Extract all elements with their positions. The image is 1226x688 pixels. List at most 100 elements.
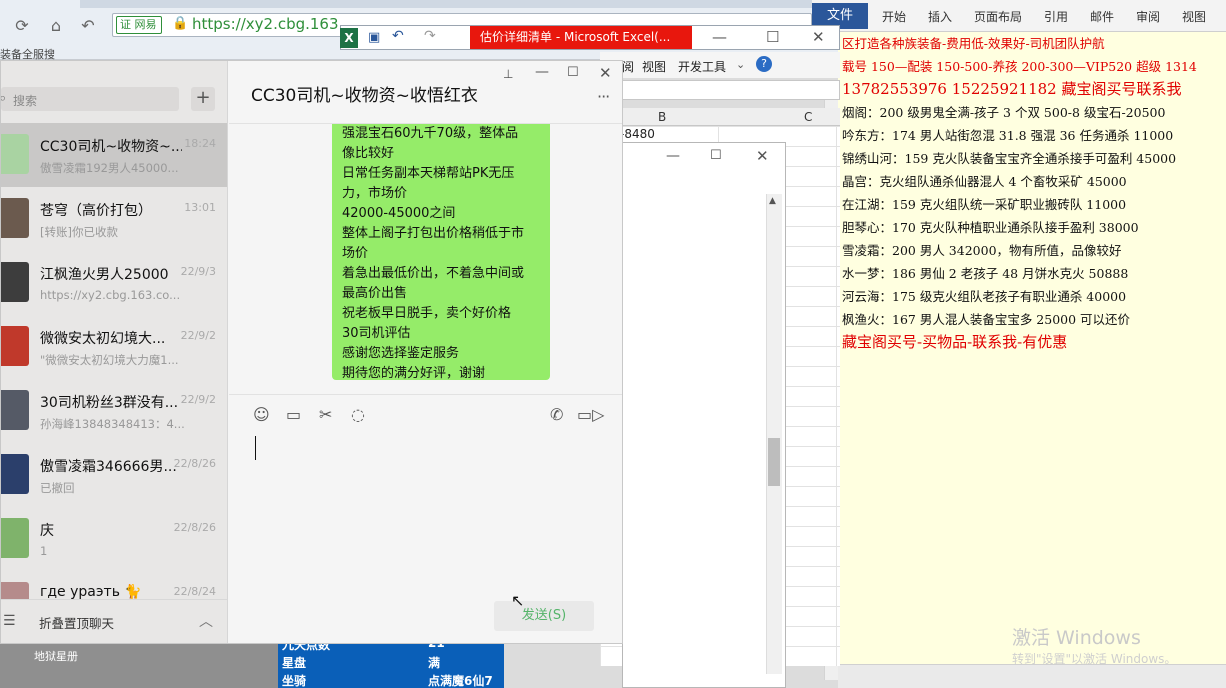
message-line: 整体上阁子打包出价格稍低于市 xyxy=(342,226,525,241)
back-icon[interactable]: ↶ xyxy=(78,16,98,36)
pin-icon[interactable]: ⊥ xyxy=(503,67,513,81)
more-options-icon[interactable]: ··· xyxy=(597,87,610,106)
conversation-preview: [转账]你已收款 xyxy=(40,225,118,239)
conversation-item[interactable]: 苍穹（高价打包） 13:01 [转账]你已收款 xyxy=(1,187,227,251)
excel-cell-value[interactable]: -8480 xyxy=(620,127,655,141)
minimize-icon[interactable]: — xyxy=(535,64,549,80)
avatar[interactable] xyxy=(1,518,29,558)
avatar[interactable] xyxy=(1,390,29,430)
excel-minimize-icon[interactable]: — xyxy=(712,28,727,46)
wechat-window: ⌕ 搜索 + CC30司机~收物资~...18:24 傲雪凌霜192男人45000… xyxy=(0,60,623,644)
scroll-up-icon[interactable]: ▲ xyxy=(769,196,776,206)
avatar[interactable] xyxy=(1,326,29,366)
excel-column-c[interactable]: C xyxy=(804,110,812,124)
url-text[interactable]: https://xy2.cbg.163.com/equip?s=1748&eid… xyxy=(192,15,342,33)
message-area[interactable]: 强混宝石60九千70级，整体品 像比较好 日常任务副本天梯帮站PK无压 力，市场价 42… xyxy=(229,124,622,394)
maximize-icon[interactable]: ☐ xyxy=(567,65,579,80)
word-document-page[interactable]: 区打造各种族装备-费用低-效果好-司机团队护航 载号 150—配装 150-500… xyxy=(838,32,1226,664)
document-line: 雪凌霜：200 男人 342000，物有所值，品像较好 xyxy=(842,243,1122,258)
menu-icon: ☰ xyxy=(3,613,16,629)
chevron-up-icon[interactable]: ︿ xyxy=(199,611,213,631)
chat-bubble-icon[interactable]: ◌ xyxy=(351,405,365,424)
message-line: 祝老板早日脱手，卖个好价格 xyxy=(342,306,512,321)
lock-icon: 🔒 xyxy=(172,16,189,31)
excel-ribbon-chevron-icon[interactable]: ⌄ xyxy=(736,58,745,71)
avatar[interactable] xyxy=(1,262,29,302)
conversation-preview: 1 xyxy=(40,544,48,558)
word-tab-layout[interactable]: 页面布局 xyxy=(974,8,1022,25)
word-tab-home[interactable]: 开始 xyxy=(882,8,906,25)
excel-column-b[interactable]: B xyxy=(658,110,666,124)
video-icon[interactable]: ▭▷ xyxy=(577,405,604,424)
conversation-item[interactable]: CC30司机~收物资~... 18:24 傲雪凌霜192男人45000... xyxy=(1,123,227,187)
conversation-item[interactable]: 傲雪凌霜346666男... 22/8/26 已撤回 xyxy=(1,443,227,507)
emoji-icon[interactable]: ☺ xyxy=(253,405,270,424)
activate-windows-title: 激活 Windows xyxy=(1012,627,1141,649)
message-bubble[interactable]: 强混宝石60九千70级，整体品 像比较好 日常任务副本天梯帮站PK无压 力，市场价 42… xyxy=(332,124,550,380)
excel-menu-developer[interactable]: 开发工具 xyxy=(678,58,726,75)
send-button[interactable]: 发送(S) xyxy=(494,601,594,631)
home-icon[interactable]: ⌂ xyxy=(46,16,66,36)
dialog-maximize-icon[interactable]: ☐ xyxy=(710,148,722,163)
dialog-scrollbar[interactable] xyxy=(766,194,782,674)
document-line: 胆琴心：170 克火队种植职业通杀队接手盈利 38000 xyxy=(842,220,1139,235)
message-line: 像比较好 xyxy=(342,146,395,161)
conversation-time: 22/9/2 xyxy=(180,393,216,406)
message-line: 42000-45000之间 xyxy=(342,206,456,221)
excel-menu-review[interactable]: 阅 xyxy=(622,58,634,75)
dialog-close-icon[interactable]: ✕ xyxy=(756,147,769,165)
fold-pinned-label[interactable]: 折叠置顶聊天 xyxy=(39,613,114,632)
excel-formula-bar[interactable] xyxy=(600,80,840,100)
word-tab-review[interactable]: 审阅 xyxy=(1136,8,1160,25)
excel-menu-view[interactable]: 视图 xyxy=(642,58,666,75)
conversation-item[interactable]: 庆 22/8/26 1 xyxy=(1,507,227,571)
avatar[interactable] xyxy=(1,198,29,238)
conversation-name: где ураэть 🐈 xyxy=(40,584,142,600)
conversation-time: 22/9/2 xyxy=(180,329,216,342)
conversation-item[interactable]: 江枫渔火男人25000 22/9/3 https://xy2.cbg.163.co.… xyxy=(1,251,227,315)
dialog-minimize-icon[interactable]: — xyxy=(666,148,680,164)
conversation-time: 22/8/26 xyxy=(173,457,216,470)
excel-maximize-icon[interactable]: ☐ xyxy=(766,28,779,46)
help-icon[interactable]: ? xyxy=(756,56,772,72)
conversation-preview: "微微安太初幻境大力魔1... xyxy=(40,353,179,367)
browser-tab-strip[interactable] xyxy=(80,0,840,8)
excel-window-title: 估价详细清单 - Microsoft Excel(... xyxy=(470,26,692,49)
save-icon[interactable]: ▣ xyxy=(368,30,380,45)
dialog-scroll-thumb[interactable] xyxy=(768,438,780,486)
add-chat-button[interactable]: + xyxy=(191,87,215,111)
word-status-bar xyxy=(838,664,1226,688)
conversation-time: 22/8/26 xyxy=(173,521,216,534)
folder-icon[interactable]: ▭ xyxy=(286,405,301,424)
scissors-icon[interactable]: ✂ xyxy=(319,405,332,424)
document-line: 晶宫：克火组队通杀仙器混人 4 个畜牧采矿 45000 xyxy=(842,174,1127,189)
table-row-label: 坐骑 xyxy=(282,674,307,688)
message-line: 日常任务副本天梯帮站PK无压 xyxy=(342,166,515,181)
message-line: 期待您的满分好评，谢谢 xyxy=(342,366,486,380)
message-line: 场价 xyxy=(342,246,369,261)
redo-icon[interactable]: ↷ xyxy=(424,28,436,44)
conversation-name: CC30司机~收物资~... xyxy=(40,139,182,155)
undo-icon[interactable]: ↶ xyxy=(392,28,404,44)
avatar[interactable] xyxy=(1,454,29,494)
word-tab-insert[interactable]: 插入 xyxy=(928,8,952,25)
conversation-time: 22/9/3 xyxy=(180,265,216,278)
conversation-item[interactable]: 微微安太初幻境大... 22/9/2 "微微安太初幻境大力魔1... xyxy=(1,315,227,379)
refresh-icon[interactable]: ⟳ xyxy=(12,16,32,36)
inner-dialog-window xyxy=(622,142,786,688)
fold-pinned-bar[interactable] xyxy=(1,599,227,643)
conversation-item[interactable]: 30司机粉丝3群没有... 22/9/2 孙海峰13848348413：4... xyxy=(1,379,227,443)
word-tab-mailings[interactable]: 邮件 xyxy=(1090,8,1114,25)
phone-icon[interactable]: ✆ xyxy=(550,405,563,424)
document-line: 枫渔火：167 男人混人装备宝宝多 25000 可以还价 xyxy=(842,312,1131,327)
close-icon[interactable]: ✕ xyxy=(599,64,612,82)
document-line: 13782553976 15225921182 藏宝阁买号联系我 xyxy=(842,80,1182,98)
excel-close-icon[interactable]: ✕ xyxy=(812,28,825,46)
avatar[interactable] xyxy=(1,134,29,174)
cert-badge: 证 网易 xyxy=(116,16,162,34)
document-line: 锦绣山河：159 克火队装备宝宝齐全通杀接手可盈利 45000 xyxy=(842,151,1177,166)
activate-windows-subtitle: 转到"设置"以激活 Windows。 xyxy=(1012,652,1177,666)
document-line: 水一梦：186 男仙 2 老孩子 48 月饼水克火 50888 xyxy=(842,266,1129,281)
word-tab-view[interactable]: 视图 xyxy=(1182,8,1206,25)
word-tab-references[interactable]: 引用 xyxy=(1044,8,1068,25)
